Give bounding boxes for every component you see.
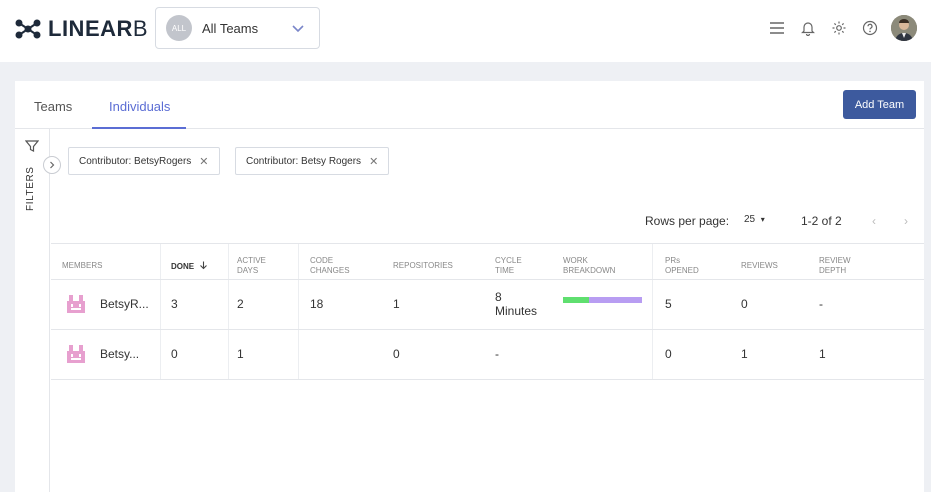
col-done[interactable]: DONE bbox=[171, 261, 208, 272]
col-done-label: DONE bbox=[171, 262, 195, 271]
team-selector[interactable]: ALL All Teams bbox=[155, 7, 320, 49]
cell-reviews: 0 bbox=[741, 297, 748, 311]
table-header: MEMBERS DONE ACTIVE DAYS CODE CHANGES REPO… bbox=[51, 243, 924, 280]
cell-done: 3 bbox=[171, 297, 178, 311]
cell-active-days: 1 bbox=[237, 347, 244, 361]
filter-chip-label: Contributor: Betsy Rogers bbox=[246, 155, 362, 167]
col-work-breakdown[interactable]: WORK BREAKDOWN bbox=[563, 256, 615, 276]
col-repositories[interactable]: REPOSITORIES bbox=[393, 261, 453, 271]
work-breakdown-rework-segment bbox=[589, 297, 642, 303]
linearb-logo[interactable]: LINEARB bbox=[14, 16, 148, 42]
cell-reviews: 1 bbox=[741, 347, 748, 361]
col-cycle-time[interactable]: CYCLE TIME bbox=[495, 256, 522, 276]
member-avatar bbox=[67, 345, 85, 363]
cell-code-changes: 18 bbox=[310, 297, 324, 311]
gear-icon[interactable] bbox=[830, 19, 848, 37]
tabs-bar: Teams Individuals Add Team bbox=[15, 81, 924, 129]
main-card: Teams Individuals Add Team FILTERS Contr… bbox=[15, 81, 924, 492]
col-prs-opened[interactable]: PRs OPENED bbox=[665, 256, 699, 276]
cell-repositories: 0 bbox=[393, 347, 400, 361]
col-reviews[interactable]: REVIEWS bbox=[741, 261, 778, 271]
cell-prs-opened: 0 bbox=[665, 347, 672, 361]
chevron-right-icon bbox=[50, 161, 55, 169]
cell-cycle-time: - bbox=[495, 347, 499, 361]
bell-icon[interactable] bbox=[799, 19, 817, 37]
work-breakdown-new-segment bbox=[563, 297, 590, 303]
cell-done: 0 bbox=[171, 347, 178, 361]
help-icon[interactable] bbox=[861, 19, 879, 37]
col-code-changes[interactable]: CODE CHANGES bbox=[310, 256, 350, 276]
menu-icon[interactable] bbox=[768, 19, 786, 37]
table-row[interactable]: BetsyR... 3 2 18 1 8 Minutes 5 0 - bbox=[51, 280, 924, 330]
add-team-button[interactable]: Add Team bbox=[843, 90, 916, 119]
logo-text: LINEARB bbox=[48, 16, 149, 41]
expand-filters-button[interactable] bbox=[43, 156, 61, 174]
filters-label: FILTERS bbox=[25, 166, 36, 211]
rows-per-page-label: Rows per page: bbox=[645, 214, 730, 228]
pagination-range: 1-2 of 2 bbox=[801, 214, 842, 228]
cell-review-depth: 1 bbox=[819, 347, 826, 361]
tab-teams[interactable]: Teams bbox=[34, 99, 72, 114]
col-review-depth[interactable]: REVIEW DEPTH bbox=[819, 256, 851, 276]
rows-per-page-select[interactable]: 25 ▾ bbox=[744, 214, 765, 225]
top-bar: LINEARB ALL All Teams bbox=[0, 0, 931, 62]
team-selector-label: All Teams bbox=[202, 20, 259, 36]
header-actions bbox=[755, 15, 917, 41]
col-active-days[interactable]: ACTIVE DAYS bbox=[237, 256, 266, 276]
cell-active-days: 2 bbox=[237, 297, 244, 311]
chevron-down-icon bbox=[292, 25, 304, 33]
active-tab-indicator bbox=[92, 127, 186, 129]
member-name[interactable]: Betsy... bbox=[100, 347, 139, 361]
logo-icon bbox=[15, 19, 41, 39]
user-avatar[interactable] bbox=[891, 15, 917, 41]
filter-icon[interactable] bbox=[25, 139, 39, 153]
close-icon[interactable]: ✕ bbox=[199, 155, 208, 168]
caret-down-icon: ▾ bbox=[760, 215, 765, 224]
filter-chip: Contributor: Betsy Rogers ✕ bbox=[235, 147, 390, 175]
table-row[interactable]: Betsy... 0 1 0 - 0 1 1 bbox=[51, 330, 924, 380]
members-table: MEMBERS DONE ACTIVE DAYS CODE CHANGES REPO… bbox=[51, 243, 924, 380]
col-members[interactable]: MEMBERS bbox=[62, 261, 102, 271]
filters-rail[interactable]: FILTERS bbox=[15, 129, 50, 492]
filter-chip: Contributor: BetsyRogers ✕ bbox=[68, 147, 220, 175]
filter-chip-label: Contributor: BetsyRogers bbox=[79, 155, 192, 167]
next-page-icon[interactable]: › bbox=[904, 214, 908, 228]
cell-cycle-time: 8 Minutes bbox=[495, 290, 538, 318]
team-badge: ALL bbox=[166, 15, 192, 41]
work-breakdown-bar[interactable] bbox=[563, 297, 642, 303]
member-name[interactable]: BetsyR... bbox=[100, 297, 149, 311]
close-icon[interactable]: ✕ bbox=[369, 155, 378, 168]
cell-repositories: 1 bbox=[393, 297, 400, 311]
prev-page-icon[interactable]: ‹ bbox=[872, 214, 876, 228]
sort-arrow-down-icon bbox=[200, 261, 208, 270]
rows-per-page-value: 25 bbox=[744, 214, 756, 225]
tab-individuals[interactable]: Individuals bbox=[109, 99, 170, 114]
cell-review-depth: - bbox=[819, 297, 823, 311]
member-avatar bbox=[67, 295, 85, 313]
cell-prs-opened: 5 bbox=[665, 297, 672, 311]
